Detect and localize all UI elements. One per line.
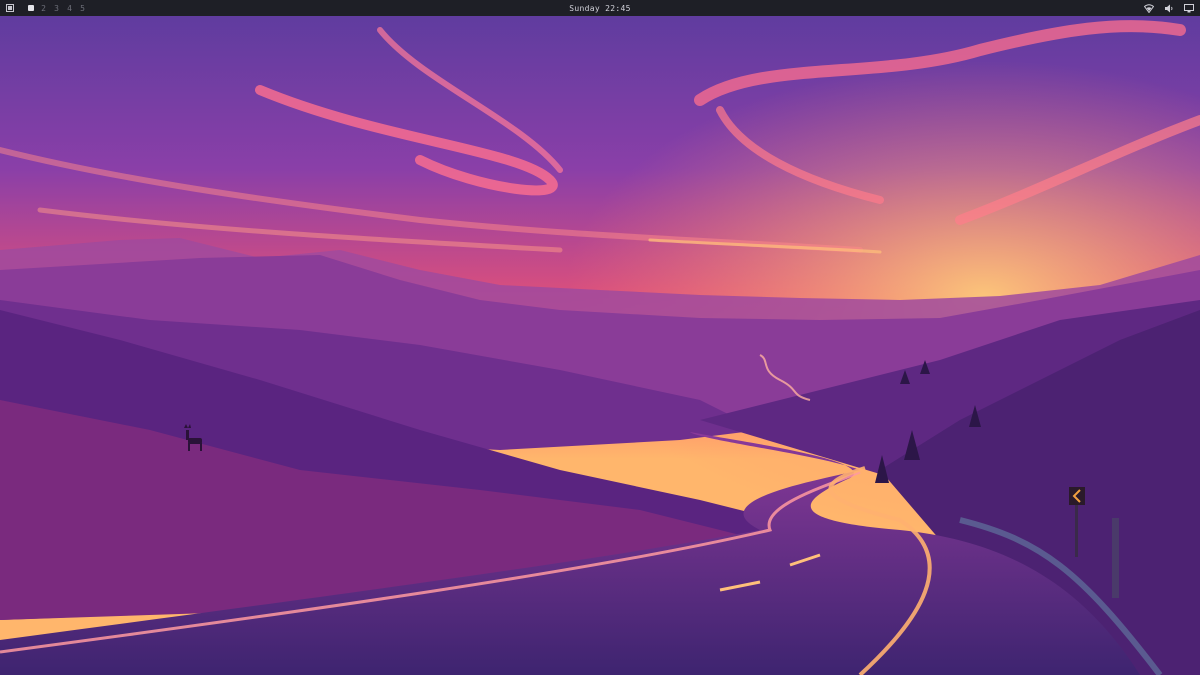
wallpaper-landscape <box>0 0 1200 675</box>
active-workspace-indicator <box>27 5 34 11</box>
workspace-4[interactable]: 4 <box>63 0 76 16</box>
system-tray <box>1144 3 1194 13</box>
clock-day[interactable]: Sunday <box>569 4 600 13</box>
workspace-5[interactable]: 5 <box>76 0 89 16</box>
workspace-2[interactable]: 2 <box>37 0 50 16</box>
workspace-1[interactable] <box>24 0 37 16</box>
top-bar: 2 3 4 5 Sunday 22:45 <box>0 0 1200 16</box>
workspace-3[interactable]: 3 <box>50 0 63 16</box>
display-icon[interactable] <box>1184 3 1194 13</box>
volume-icon[interactable] <box>1164 3 1174 13</box>
desktop: 2 3 4 5 Sunday 22:45 <box>0 0 1200 675</box>
workspace-switcher: 2 3 4 5 <box>6 0 89 16</box>
window-layout-icon[interactable] <box>6 4 14 12</box>
clock-time[interactable]: 22:45 <box>605 4 631 13</box>
clock: Sunday 22:45 <box>0 0 1200 16</box>
wifi-icon[interactable] <box>1144 3 1154 13</box>
